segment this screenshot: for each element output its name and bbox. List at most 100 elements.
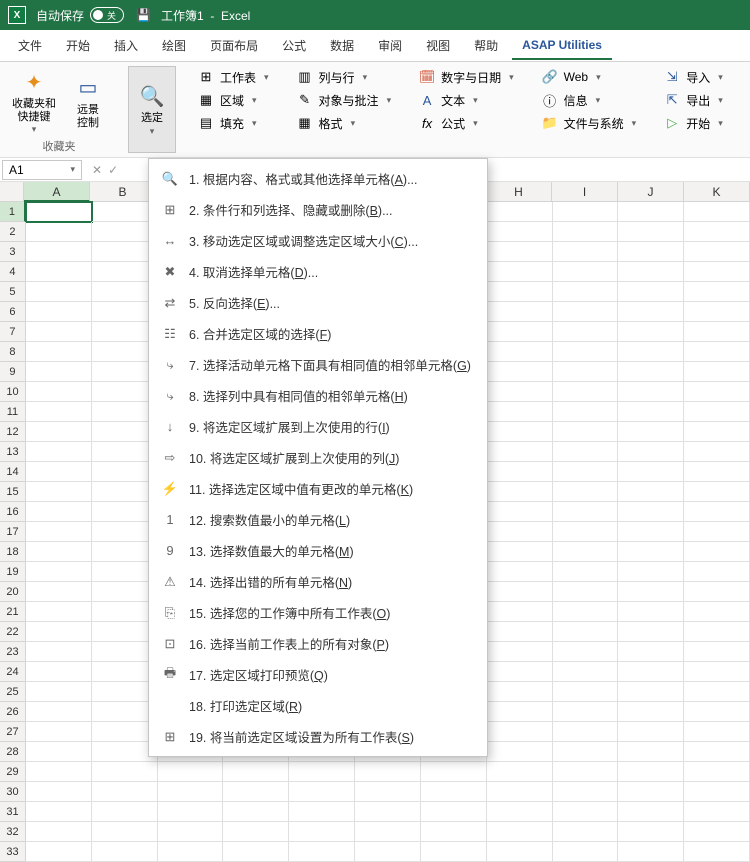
cell[interactable] [421, 822, 487, 842]
cell[interactable] [289, 842, 355, 862]
cell[interactable] [158, 762, 224, 782]
cell[interactable] [487, 262, 553, 282]
menu-item-10[interactable]: ⇨10. 将选定区域扩展到上次使用的列(J) [149, 442, 487, 473]
cell[interactable] [487, 242, 553, 262]
row-header-4[interactable]: 4 [0, 262, 26, 282]
cell[interactable] [618, 322, 684, 342]
cell[interactable] [618, 242, 684, 262]
cell[interactable] [684, 362, 750, 382]
cell[interactable] [487, 662, 553, 682]
row-header-20[interactable]: 20 [0, 582, 26, 602]
cancel-formula-icon[interactable]: ✕ [92, 163, 102, 177]
cell[interactable] [487, 202, 553, 222]
cell[interactable] [684, 202, 750, 222]
tab-help[interactable]: 帮助 [464, 31, 508, 60]
cell[interactable] [355, 802, 421, 822]
cell[interactable] [553, 382, 619, 402]
cell[interactable] [92, 762, 158, 782]
cell[interactable] [684, 262, 750, 282]
cell[interactable] [26, 482, 92, 502]
cell[interactable] [26, 682, 92, 702]
cell[interactable] [26, 782, 92, 802]
cell[interactable] [553, 322, 619, 342]
cell[interactable] [553, 462, 619, 482]
cell[interactable] [487, 222, 553, 242]
row-header-32[interactable]: 32 [0, 822, 26, 842]
cell[interactable] [26, 242, 92, 262]
cell[interactable] [684, 522, 750, 542]
cell[interactable] [553, 782, 619, 802]
cell[interactable] [421, 782, 487, 802]
cell[interactable] [487, 282, 553, 302]
row-header-18[interactable]: 18 [0, 542, 26, 562]
column-header-K[interactable]: K [684, 182, 750, 202]
cell[interactable] [158, 842, 224, 862]
cell[interactable] [553, 802, 619, 822]
tab-layout[interactable]: 页面布局 [200, 31, 268, 60]
cell[interactable] [618, 222, 684, 242]
cell[interactable] [26, 422, 92, 442]
cell[interactable] [26, 222, 92, 242]
cell[interactable] [618, 342, 684, 362]
cell[interactable] [618, 602, 684, 622]
cell[interactable] [618, 702, 684, 722]
cell[interactable] [684, 342, 750, 362]
column-header-J[interactable]: J [618, 182, 684, 202]
cell[interactable] [487, 402, 553, 422]
cell[interactable] [553, 662, 619, 682]
cell[interactable] [684, 762, 750, 782]
cell[interactable] [26, 282, 92, 302]
tab-home[interactable]: 开始 [56, 31, 100, 60]
cell[interactable] [26, 322, 92, 342]
cell[interactable] [618, 482, 684, 502]
cell[interactable] [487, 442, 553, 462]
cell[interactable] [618, 402, 684, 422]
cell[interactable] [487, 642, 553, 662]
cell[interactable] [618, 302, 684, 322]
cell[interactable] [26, 382, 92, 402]
menu-item-14[interactable]: ⚠14. 选择出错的所有单元格(N) [149, 566, 487, 597]
select-all-corner[interactable] [0, 182, 24, 202]
cell[interactable] [355, 762, 421, 782]
cell[interactable] [684, 742, 750, 762]
cell[interactable] [487, 522, 553, 542]
cell[interactable] [487, 682, 553, 702]
cell[interactable] [618, 782, 684, 802]
cell[interactable] [618, 442, 684, 462]
column-header-A[interactable]: A [24, 182, 90, 202]
cell[interactable] [618, 622, 684, 642]
cell[interactable] [553, 482, 619, 502]
cell[interactable] [223, 782, 289, 802]
row-header-24[interactable]: 24 [0, 662, 26, 682]
menu-item-17[interactable]: 🖶17. 选定区域打印预览(Q) [149, 659, 487, 690]
cell[interactable] [487, 502, 553, 522]
options-button[interactable]: ⚙ [745, 66, 750, 88]
cell[interactable] [26, 562, 92, 582]
cell[interactable] [684, 642, 750, 662]
cell[interactable] [684, 442, 750, 462]
row-header-9[interactable]: 9 [0, 362, 26, 382]
autosave-toggle[interactable]: 自动保存 关 [36, 7, 124, 24]
cell[interactable] [553, 742, 619, 762]
row-header-22[interactable]: 22 [0, 622, 26, 642]
row-header-19[interactable]: 19 [0, 562, 26, 582]
cell[interactable] [421, 842, 487, 862]
cell[interactable] [223, 822, 289, 842]
cell[interactable] [487, 362, 553, 382]
cell[interactable] [421, 762, 487, 782]
cell[interactable] [553, 502, 619, 522]
menu-item-15[interactable]: ⎘15. 选择您的工作簿中所有工作表(O) [149, 597, 487, 628]
cell[interactable] [553, 762, 619, 782]
column-header-I[interactable]: I [552, 182, 618, 202]
cell[interactable] [684, 322, 750, 342]
cell[interactable] [553, 822, 619, 842]
cell[interactable] [553, 402, 619, 422]
cell[interactable] [355, 842, 421, 862]
numdate-menu[interactable]: 🗓数字与日期▾ [413, 66, 520, 88]
cell[interactable] [618, 382, 684, 402]
cell[interactable] [553, 542, 619, 562]
menu-item-9[interactable]: ↓9. 将选定区域扩展到上次使用的行(I) [149, 411, 487, 442]
menu-item-5[interactable]: ⇄5. 反向选择(E)... [149, 287, 487, 318]
cell[interactable] [487, 462, 553, 482]
cell[interactable] [26, 542, 92, 562]
